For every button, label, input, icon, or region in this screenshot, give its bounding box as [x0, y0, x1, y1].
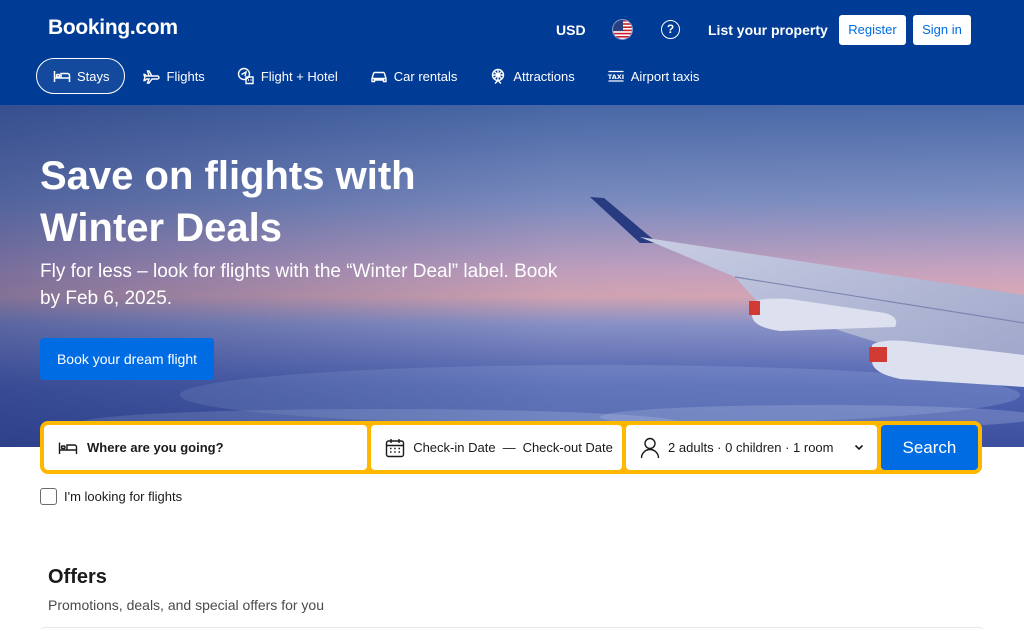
- main-nav: Stays Flights Flight + Hotel Car rentals…: [36, 58, 715, 94]
- tab-stays-label: Stays: [77, 68, 110, 84]
- check-out-label: Check-out Date: [522, 440, 613, 455]
- offers-card-edge: [40, 627, 984, 631]
- flights-checkbox[interactable]: [40, 488, 57, 505]
- chevron-down-icon: [854, 444, 863, 451]
- hero-subtitle: Fly for less – look for flights with the…: [40, 261, 558, 309]
- svg-text:TAXI: TAXI: [608, 73, 624, 81]
- date-dash: —: [502, 440, 516, 455]
- destination-field[interactable]: Where are you going?: [44, 425, 368, 470]
- tab-attractions[interactable]: Attractions: [473, 58, 588, 94]
- search-button[interactable]: Search: [880, 425, 978, 470]
- search-bar: Where are you going? Check-in Date — Che…: [40, 421, 982, 474]
- tab-flight-hotel[interactable]: Flight + Hotel: [221, 58, 352, 94]
- sign-in-button[interactable]: Sign in: [913, 15, 971, 45]
- book-dream-flight-button[interactable]: Book your dream flight: [40, 338, 214, 380]
- us-flag-icon[interactable]: [612, 19, 633, 40]
- tab-airport-taxis-label: Airport taxis: [630, 68, 700, 84]
- booking-logo[interactable]: Booking.com: [48, 16, 178, 40]
- destination-placeholder: Where are you going?: [87, 440, 224, 455]
- occupancy-field[interactable]: 2 adults · 0 children · 1 room: [626, 425, 877, 470]
- calendar-icon: [385, 438, 405, 457]
- offers-heading: Offers: [48, 566, 107, 588]
- offers-subtitle: Promotions, deals, and special offers fo…: [48, 597, 325, 613]
- currency-selector[interactable]: USD: [556, 22, 586, 38]
- question-mark-icon[interactable]: ?: [661, 20, 680, 39]
- flights-checkbox-row[interactable]: I'm looking for flights: [40, 488, 182, 505]
- date-picker-field[interactable]: Check-in Date — Check-out Date: [371, 425, 623, 470]
- tab-airport-taxis[interactable]: TAXI Airport taxis: [591, 58, 714, 94]
- bed-icon: [53, 71, 71, 82]
- hero-banner: Save on flights with Winter Deals Fly fo…: [0, 105, 1024, 447]
- tab-flight-hotel-label: Flight + Hotel: [260, 68, 338, 84]
- tab-flights-label: Flights: [166, 68, 205, 84]
- bed-icon: [58, 442, 78, 454]
- tab-car-rentals[interactable]: Car rentals: [354, 58, 472, 94]
- plane-icon: [142, 70, 160, 84]
- taxi-icon: TAXI: [608, 70, 624, 82]
- car-icon: [371, 71, 387, 83]
- tab-car-rentals-label: Car rentals: [393, 68, 458, 84]
- tab-attractions-label: Attractions: [513, 68, 575, 84]
- attractions-icon: [492, 68, 505, 84]
- tab-stays[interactable]: Stays: [36, 58, 125, 94]
- flight-hotel-icon: [237, 67, 254, 85]
- tab-flights[interactable]: Flights: [127, 58, 219, 94]
- occupancy-value: 2 adults · 0 children · 1 room: [668, 440, 834, 455]
- list-property-link[interactable]: List your property: [708, 22, 828, 38]
- check-in-label: Check-in Date: [413, 440, 496, 455]
- top-header: Booking.com USD ? List your property Reg…: [0, 0, 1024, 105]
- person-icon: [640, 437, 660, 458]
- hero-title: Save on flights with Winter Deals: [40, 154, 416, 250]
- register-button[interactable]: Register: [839, 15, 906, 45]
- flights-checkbox-label: I'm looking for flights: [64, 489, 183, 504]
